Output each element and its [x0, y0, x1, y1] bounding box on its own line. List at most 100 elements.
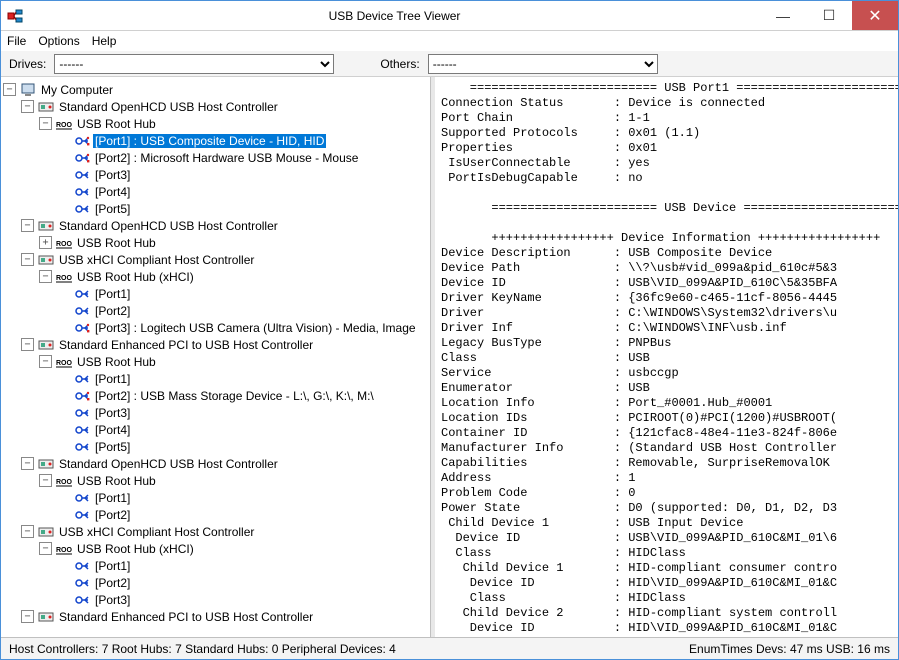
tree-item[interactable]: −ROOTUSB Root Hub — [39, 115, 428, 132]
port-icon — [74, 303, 90, 319]
window-buttons: — ☐ ✕ — [760, 1, 898, 30]
tree-item[interactable]: [Port3] — [57, 591, 428, 608]
tree-item[interactable]: −ROOTUSB Root Hub (xHCI) — [39, 540, 428, 557]
toggle-spacer — [57, 202, 70, 215]
toggle-spacer — [57, 440, 70, 453]
app-window: USB Device Tree Viewer — ☐ ✕ File Option… — [0, 0, 899, 660]
tree-item-label: USB Root Hub (xHCI) — [75, 542, 196, 556]
tree-item[interactable]: −Standard Enhanced PCI to USB Host Contr… — [21, 608, 428, 625]
tree-item-label: USB Root Hub (xHCI) — [75, 270, 196, 284]
tree-item-label: Standard Enhanced PCI to USB Host Contro… — [57, 338, 315, 352]
tree-item-label: [Port2] — [93, 304, 132, 318]
tree-item[interactable]: [Port2] — [57, 506, 428, 523]
tree-root-item[interactable]: −My Computer — [3, 81, 428, 98]
tree-item[interactable]: +ROOTUSB Root Hub — [39, 234, 428, 251]
tree-item[interactable]: [Port2] : Microsoft Hardware USB Mouse -… — [57, 149, 428, 166]
collapse-icon[interactable]: − — [39, 270, 52, 283]
tree-item-label: [Port2] : USB Mass Storage Device - L:\,… — [93, 389, 376, 403]
port-icon — [74, 439, 90, 455]
toggle-spacer — [57, 134, 70, 147]
detail-pane[interactable]: ========================== USB Port1 ===… — [435, 77, 898, 637]
tree-item[interactable]: [Port3] — [57, 404, 428, 421]
maximize-button[interactable]: ☐ — [806, 1, 852, 30]
tree-item[interactable]: − USB xHCI Compliant Host Controller — [21, 251, 428, 268]
toggle-spacer — [57, 389, 70, 402]
tree-item[interactable]: [Port1] — [57, 370, 428, 387]
port-icon — [74, 507, 90, 523]
collapse-icon[interactable]: − — [3, 83, 16, 96]
menu-file[interactable]: File — [7, 34, 26, 48]
tree-item-label: USB xHCI Compliant Host Controller — [57, 525, 256, 539]
tree-item[interactable]: − Standard OpenHCD USB Host Controller — [21, 98, 428, 115]
tree-item-label: USB xHCI Compliant Host Controller — [57, 253, 256, 267]
tree-item[interactable]: [Port2] — [57, 302, 428, 319]
tree-item[interactable]: − Standard Enhanced PCI to USB Host Contr… — [21, 336, 428, 353]
tree-pane[interactable]: −My Computer−Standard OpenHCD USB Host C… — [1, 77, 431, 637]
tree-item[interactable]: [Port2] : USB Mass Storage Device - L:\,… — [57, 387, 428, 404]
status-right: EnumTimes Devs: 47 ms USB: 16 ms — [689, 642, 890, 656]
tree-item[interactable]: [Port5] — [57, 438, 428, 455]
tree-item[interactable]: − USB xHCI Compliant Host Controller — [21, 523, 428, 540]
tree-item[interactable]: [Port1] : USB Composite Device - HID, HI… — [57, 132, 428, 149]
tree-item-label: [Port3] — [93, 168, 132, 182]
tree-item[interactable]: −ROOTUSB Root Hub (xHCI) — [39, 268, 428, 285]
port-icon — [74, 184, 90, 200]
tree-item[interactable]: − Standard OpenHCD USB Host Controller — [21, 455, 428, 472]
drives-select[interactable]: ------ — [54, 54, 334, 74]
tree-item[interactable]: [Port3] — [57, 166, 428, 183]
collapse-icon[interactable]: − — [21, 525, 34, 538]
port-icon — [74, 167, 90, 183]
toggle-spacer — [57, 491, 70, 504]
window-title: USB Device Tree Viewer — [29, 9, 760, 23]
tree-item[interactable]: [Port3] : Logitech USB Camera (Ultra Vis… — [57, 319, 428, 336]
minimize-button[interactable]: — — [760, 1, 806, 30]
tree-item[interactable]: [Port5] — [57, 200, 428, 217]
collapse-icon[interactable]: − — [21, 338, 34, 351]
device-icon — [74, 320, 90, 336]
tree-item[interactable]: −Standard OpenHCD USB Host Controller — [21, 217, 428, 234]
toggle-spacer — [57, 559, 70, 572]
collapse-icon[interactable]: − — [21, 219, 34, 232]
host-icon — [38, 218, 54, 234]
tree-item-label: [Port1] : USB Composite Device - HID, HI… — [93, 134, 326, 148]
collapse-icon[interactable]: − — [21, 610, 34, 623]
toggle-spacer — [57, 321, 70, 334]
expand-icon[interactable]: + — [39, 236, 52, 249]
menu-options[interactable]: Options — [38, 34, 79, 48]
tree-item-label: Standard OpenHCD USB Host Controller — [57, 100, 280, 114]
menu-help[interactable]: Help — [92, 34, 117, 48]
tree-item[interactable]: [Port2] — [57, 574, 428, 591]
tree-item[interactable]: [Port4] — [57, 183, 428, 200]
port-icon — [74, 490, 90, 506]
tree-item[interactable]: −ROOTUSB Root Hub — [39, 353, 428, 370]
roothub-icon: ROOT — [56, 541, 72, 557]
port-icon — [74, 286, 90, 302]
tree-item[interactable]: [Port1] — [57, 489, 428, 506]
tree-item[interactable]: [Port1] — [57, 557, 428, 574]
collapse-icon[interactable]: − — [39, 117, 52, 130]
collapse-icon[interactable]: − — [39, 542, 52, 555]
tree-item[interactable]: −ROOTUSB Root Hub — [39, 472, 428, 489]
svg-text:ROOT: ROOT — [56, 547, 72, 554]
tree-item-label: USB Root Hub — [75, 236, 158, 250]
port-icon — [74, 575, 90, 591]
device-icon — [74, 133, 90, 149]
others-select[interactable]: ------ — [428, 54, 658, 74]
tree-item-label: [Port3] — [93, 593, 132, 607]
collapse-icon[interactable]: − — [21, 100, 34, 113]
collapse-icon[interactable]: − — [39, 474, 52, 487]
collapse-icon[interactable]: − — [39, 355, 52, 368]
tree-item-label: USB Root Hub — [75, 117, 158, 131]
tree-item-label: [Port2] — [93, 576, 132, 590]
tree-item[interactable]: [Port4] — [57, 421, 428, 438]
collapse-icon[interactable]: − — [21, 457, 34, 470]
tree-item[interactable]: [Port1] — [57, 285, 428, 302]
collapse-icon[interactable]: − — [21, 253, 34, 266]
host-icon — [38, 456, 54, 472]
tree-item-label: Standard OpenHCD USB Host Controller — [57, 457, 280, 471]
tree-item-label: [Port5] — [93, 440, 132, 454]
roothub-icon: ROOT — [56, 116, 72, 132]
device-icon — [74, 388, 90, 404]
toggle-spacer — [57, 576, 70, 589]
close-button[interactable]: ✕ — [852, 1, 898, 30]
